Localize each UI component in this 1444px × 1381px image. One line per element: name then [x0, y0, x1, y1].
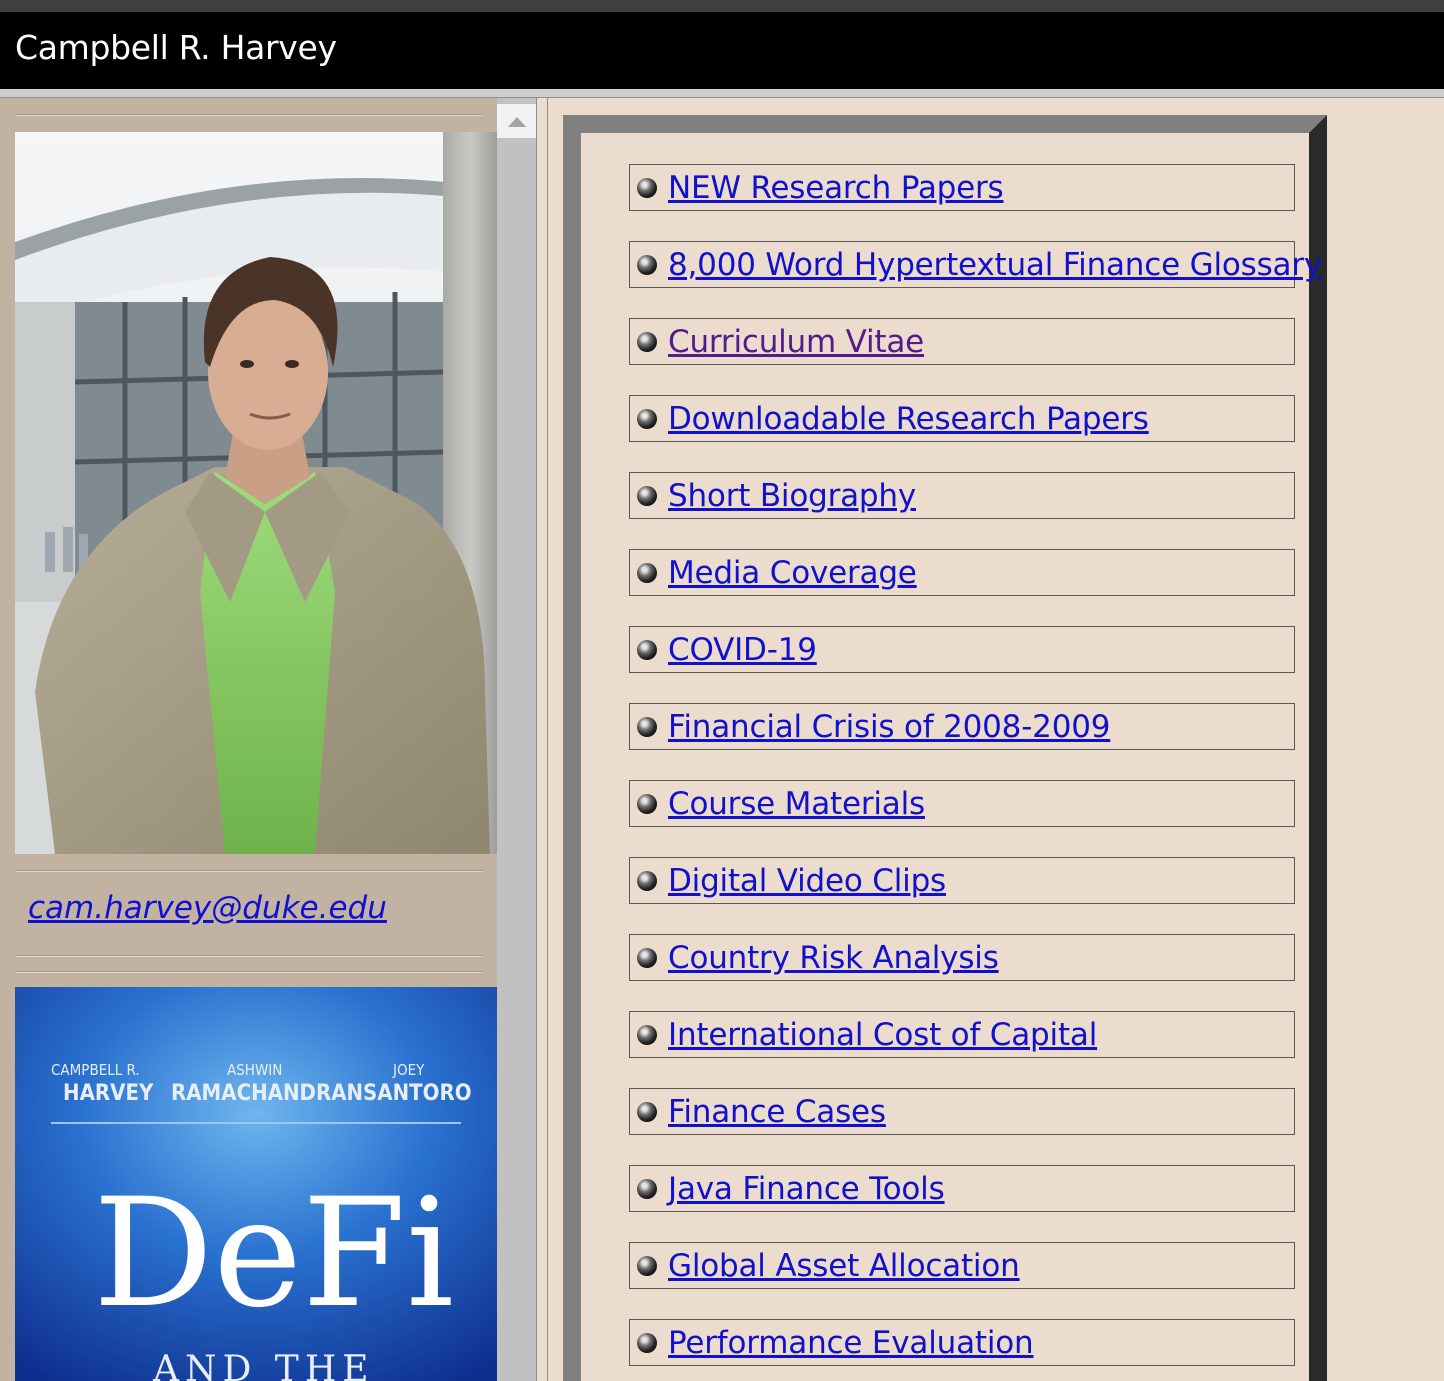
nav-link-box[interactable]: International Cost of Capital: [629, 1011, 1295, 1058]
nav-link-box[interactable]: Short Biography: [629, 472, 1295, 519]
nav-link-java-finance-tools[interactable]: Java Finance Tools: [668, 1169, 945, 1209]
nav-link-global-asset-allocation[interactable]: Global Asset Allocation: [668, 1246, 1020, 1286]
navigation-links: NEW Research Papers 8,000 Word Hypertext…: [629, 164, 1322, 1381]
sphere-bullet-icon: [637, 1025, 657, 1045]
sphere-bullet-icon: [637, 486, 657, 506]
nav-link-box[interactable]: Finance Cases: [629, 1088, 1295, 1135]
nav-link-box[interactable]: Country Risk Analysis: [629, 934, 1295, 981]
sphere-bullet-icon: [637, 1256, 657, 1276]
sphere-bullet-icon: [637, 871, 657, 891]
book-author-first: JOEY: [392, 1061, 425, 1079]
nav-link-box[interactable]: Digital Video Clips: [629, 857, 1295, 904]
nav-link-box[interactable]: Performance Evaluation: [629, 1319, 1295, 1366]
sphere-bullet-icon: [637, 563, 657, 583]
sphere-bullet-icon: [637, 717, 657, 737]
nav-link-course-materials[interactable]: Course Materials: [668, 784, 925, 824]
sphere-bullet-icon: [637, 409, 657, 429]
navigation-panel: NEW Research Papers 8,000 Word Hypertext…: [563, 115, 1327, 1381]
sphere-bullet-icon: [637, 332, 657, 352]
sphere-bullet-icon: [637, 1333, 657, 1353]
site-header: Campbell R. Harvey: [0, 12, 1444, 89]
sidebar-rule: [15, 870, 482, 872]
nav-link-box[interactable]: Curriculum Vitae: [629, 318, 1295, 365]
nav-link-media-coverage[interactable]: Media Coverage: [668, 553, 917, 593]
nav-link-box[interactable]: Financial Crisis of 2008-2009: [629, 703, 1295, 750]
nav-link-box[interactable]: NEW Research Papers: [629, 164, 1295, 211]
book-subtitle: AND THE: [152, 1349, 375, 1381]
sphere-bullet-icon: [637, 640, 657, 660]
sphere-bullet-icon: [637, 948, 657, 968]
sidebar-rule: [15, 114, 482, 116]
nav-link-downloadable-research-papers[interactable]: Downloadable Research Papers: [668, 399, 1149, 439]
nav-link-new-research-papers[interactable]: NEW Research Papers: [668, 168, 1004, 208]
sidebar-rule: [15, 971, 482, 973]
sphere-bullet-icon: [637, 794, 657, 814]
nav-link-international-cost-of-capital[interactable]: International Cost of Capital: [668, 1015, 1097, 1055]
scroll-up-arrow-icon[interactable]: [497, 104, 536, 138]
nav-link-box[interactable]: Global Asset Allocation: [629, 1242, 1295, 1289]
window-top-strip: [0, 0, 1444, 12]
nav-link-box[interactable]: Media Coverage: [629, 549, 1295, 596]
profile-photo: [15, 132, 497, 854]
frame-divider[interactable]: [536, 98, 548, 1381]
sidebar-scrollbar[interactable]: [497, 98, 536, 1381]
nav-link-box[interactable]: Java Finance Tools: [629, 1165, 1295, 1212]
book-author-last: HARVEY: [63, 1081, 154, 1106]
book-author-last: SANTORO: [363, 1081, 472, 1106]
book-title: DeFi: [93, 1167, 454, 1341]
nav-link-short-biography[interactable]: Short Biography: [668, 476, 916, 516]
sidebar-rule: [15, 955, 482, 957]
left-sidebar-frame: cam.harvey@duke.edu CAMPBELL R. HARVEY A…: [0, 98, 497, 1381]
sphere-bullet-icon: [637, 1102, 657, 1122]
sphere-bullet-icon: [637, 178, 657, 198]
book-author-first: ASHWIN: [227, 1061, 282, 1079]
site-title: Campbell R. Harvey: [15, 28, 337, 67]
nav-link-finance-cases[interactable]: Finance Cases: [668, 1092, 886, 1132]
nav-link-box[interactable]: Downloadable Research Papers: [629, 395, 1295, 442]
email-link[interactable]: cam.harvey@duke.edu: [28, 890, 387, 926]
nav-link-finance-glossary[interactable]: 8,000 Word Hypertextual Finance Glossary: [668, 245, 1322, 285]
book-author-last: RAMACHANDRAN: [171, 1081, 363, 1106]
book-author-first: CAMPBELL R.: [51, 1061, 140, 1079]
sphere-bullet-icon: [637, 255, 657, 275]
nav-link-box[interactable]: Course Materials: [629, 780, 1295, 827]
nav-link-covid-19[interactable]: COVID-19: [668, 630, 817, 670]
book-cover[interactable]: CAMPBELL R. HARVEY ASHWIN RAMACHANDRAN J…: [15, 987, 497, 1381]
nav-link-digital-video-clips[interactable]: Digital Video Clips: [668, 861, 946, 901]
nav-link-box[interactable]: COVID-19: [629, 626, 1295, 673]
nav-link-curriculum-vitae[interactable]: Curriculum Vitae: [668, 322, 924, 362]
nav-link-country-risk-analysis[interactable]: Country Risk Analysis: [668, 938, 999, 978]
nav-link-financial-crisis[interactable]: Financial Crisis of 2008-2009: [668, 707, 1110, 747]
nav-link-performance-evaluation[interactable]: Performance Evaluation: [668, 1323, 1034, 1363]
nav-link-box[interactable]: 8,000 Word Hypertextual Finance Glossary: [629, 241, 1322, 288]
sphere-bullet-icon: [637, 1179, 657, 1199]
content-frame: NEW Research Papers 8,000 Word Hypertext…: [548, 98, 1444, 1381]
